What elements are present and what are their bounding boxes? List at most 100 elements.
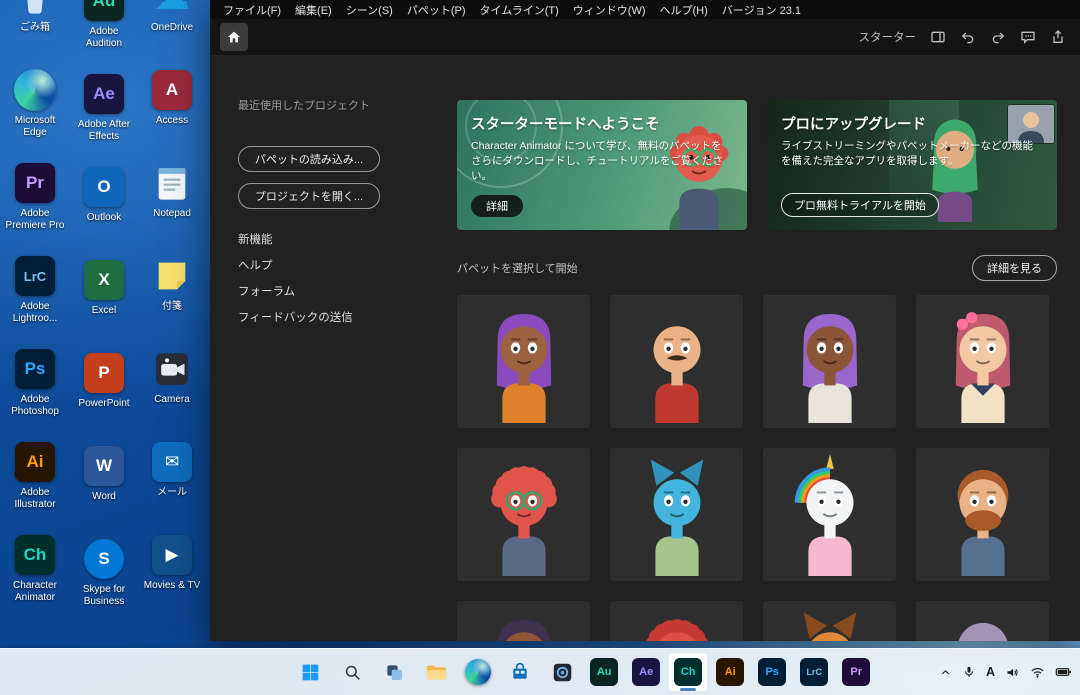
search-button[interactable] xyxy=(332,652,372,692)
menu-file[interactable]: ファイル(F) xyxy=(216,2,288,18)
workspace-layout-icon[interactable] xyxy=(930,29,946,45)
adobe-illustrator[interactable]: AiAdobe Illustrator xyxy=(2,440,68,533)
adobe-lightroom-classic[interactable]: LrCAdobe Lightroo... xyxy=(2,254,68,347)
after-effects-taskbar[interactable]: Ae xyxy=(626,652,666,692)
import-puppet-button[interactable]: パペットの読み込み... xyxy=(238,146,380,172)
adobe-after-effects-label: Adobe After Effects xyxy=(71,119,137,143)
adobe-audition-label: Adobe Audition xyxy=(71,26,137,50)
movies-tv[interactable]: ▶Movies & TV xyxy=(139,533,205,626)
home-button[interactable] xyxy=(220,23,248,51)
microsoft-edge[interactable]: Microsoft Edge xyxy=(2,68,68,161)
pro-banner-body: ライブストリーミングやパペットメーカーなどの機能を備えた完全なアプリを取得します… xyxy=(781,139,1033,169)
desktop-icon-column-1: ごみ箱 Microsoft Edge PrAdobe Premiere ProLrC… xyxy=(2,0,68,626)
tray-mic-icon[interactable] xyxy=(962,665,976,679)
toolbar-icons xyxy=(930,29,1066,45)
puppet-anime-girl[interactable] xyxy=(916,295,1049,428)
tray-speaker-icon[interactable] xyxy=(1005,665,1020,680)
premiere-taskbar[interactable]: Pr xyxy=(836,652,876,692)
starter-banner-body: Character Animator について学び、無料のパペットをさらにダウン… xyxy=(471,139,723,185)
redo-icon[interactable] xyxy=(990,29,1006,45)
camera[interactable]: Camera xyxy=(139,347,205,440)
character-animator-shortcut-label: Character Animator xyxy=(2,580,68,604)
sticky-notes[interactable]: 付箋 xyxy=(139,254,205,347)
menu-puppet[interactable]: パペット(P) xyxy=(400,2,473,18)
undo-icon[interactable] xyxy=(960,29,976,45)
start-button[interactable] xyxy=(290,652,330,692)
puppet-section-heading: パペットを選択して開始 xyxy=(457,260,578,276)
edge-browser[interactable] xyxy=(458,652,498,692)
notepad[interactable]: Notepad xyxy=(139,161,205,254)
adobe-after-effects[interactable]: AeAdobe After Effects xyxy=(71,72,137,165)
open-project-button[interactable]: プロジェクトを開く... xyxy=(238,183,380,209)
menu-timeline[interactable]: タイムライン(T) xyxy=(473,2,566,18)
tray-chevron-icon[interactable] xyxy=(939,666,952,679)
notepad-label: Notepad xyxy=(153,208,191,220)
ime-mode-indicator[interactable]: A xyxy=(986,665,995,679)
microsoft-edge-label: Microsoft Edge xyxy=(2,115,68,139)
link-forum[interactable]: フォーラム xyxy=(238,283,457,299)
tray-wifi-icon[interactable] xyxy=(1030,665,1045,680)
audition-taskbar[interactable]: Au xyxy=(584,652,624,692)
mail[interactable]: ✉メール xyxy=(139,440,205,533)
recycle-bin-label: ごみ箱 xyxy=(20,22,50,34)
share-icon[interactable] xyxy=(1050,29,1066,45)
pro-trial-button[interactable]: プロ無料トライアルを開始 xyxy=(781,193,939,217)
see-details-button[interactable]: 詳細を見る xyxy=(972,255,1057,281)
workspace-label: スターター xyxy=(859,29,917,45)
lightroom-taskbar[interactable]: LrC xyxy=(794,652,834,692)
puppet-bearded-man[interactable] xyxy=(916,448,1049,581)
comment-icon[interactable] xyxy=(1020,29,1036,45)
adobe-premiere-pro[interactable]: PrAdobe Premiere Pro xyxy=(2,161,68,254)
illustrator-taskbar[interactable]: Ai xyxy=(710,652,750,692)
recycle-bin[interactable]: ごみ箱 xyxy=(2,0,68,68)
menu-window[interactable]: ウィンドウ(W) xyxy=(566,2,653,18)
pro-banner-title: プロにアップグレード xyxy=(781,113,1043,134)
excel[interactable]: XExcel xyxy=(71,258,137,351)
link-whats-new[interactable]: 新機能 xyxy=(238,231,457,247)
character-animator-shortcut[interactable]: ChCharacter Animator xyxy=(2,533,68,626)
tray-battery-icon[interactable] xyxy=(1055,664,1072,680)
menu-help[interactable]: ヘルプ(H) xyxy=(653,2,715,18)
adobe-premiere-pro-label: Adobe Premiere Pro xyxy=(2,208,68,232)
starter-details-button[interactable]: 詳細 xyxy=(471,195,523,217)
puppet-dark-hair-girl[interactable] xyxy=(457,601,590,641)
adobe-lightroom-classic-label: Adobe Lightroo... xyxy=(2,301,68,325)
upgrade-pro-banner[interactable]: プロにアップグレード ライブストリーミングやパペットメーカーなどの機能を備えた完… xyxy=(767,100,1057,230)
puppet-pink-furry[interactable] xyxy=(457,448,590,581)
character-animator-window: ファイル(F)編集(E)シーン(S)パペット(P)タイムライン(T)ウィンドウ(… xyxy=(210,0,1080,641)
file-explorer[interactable] xyxy=(416,652,456,692)
onedrive[interactable]: ☁OneDrive xyxy=(139,0,205,68)
powerpoint-label: PowerPoint xyxy=(78,398,129,410)
onedrive-label: OneDrive xyxy=(151,22,193,34)
adobe-photoshop[interactable]: PsAdobe Photoshop xyxy=(2,347,68,440)
puppet-red-creature[interactable] xyxy=(610,601,743,641)
starter-welcome-banner[interactable]: スターターモードへようこそ Character Animator について学び、… xyxy=(457,100,747,230)
powerpoint[interactable]: PPowerPoint xyxy=(71,351,137,444)
puppet-purple-anime[interactable] xyxy=(763,295,896,428)
puppet-blue-cat[interactable] xyxy=(610,448,743,581)
link-help[interactable]: ヘルプ xyxy=(238,257,457,273)
puppet-bald-mustache-man[interactable] xyxy=(610,295,743,428)
puppet-orange-fox[interactable] xyxy=(763,601,896,641)
adobe-audition[interactable]: AuAdobe Audition xyxy=(71,0,137,72)
skype-for-business[interactable]: SSkype for Business xyxy=(71,537,137,630)
menu-edit[interactable]: 編集(E) xyxy=(288,2,339,18)
puppet-unicorn[interactable] xyxy=(763,448,896,581)
microsoft-store[interactable] xyxy=(500,652,540,692)
access-label: Access xyxy=(156,115,188,127)
photoshop-taskbar[interactable]: Ps xyxy=(752,652,792,692)
puppet-purple-creature[interactable] xyxy=(916,601,1049,641)
link-feedback[interactable]: フィードバックの送信 xyxy=(238,309,457,325)
menu-scene[interactable]: シーン(S) xyxy=(339,2,400,18)
task-view-button[interactable] xyxy=(374,652,414,692)
camera-app[interactable] xyxy=(542,652,582,692)
access[interactable]: AAccess xyxy=(139,68,205,161)
taskbar: AuAeChAiPsLrCPr A xyxy=(0,648,1080,695)
outlook-label: Outlook xyxy=(87,212,121,224)
outlook[interactable]: OOutlook xyxy=(71,165,137,258)
character-animator-taskbar[interactable]: Ch xyxy=(668,652,708,692)
sticky-notes-label: 付箋 xyxy=(162,301,182,313)
menu-bar: ファイル(F)編集(E)シーン(S)パペット(P)タイムライン(T)ウィンドウ(… xyxy=(210,0,1080,19)
word[interactable]: WWord xyxy=(71,444,137,537)
puppet-purple-hair-woman[interactable] xyxy=(457,295,590,428)
